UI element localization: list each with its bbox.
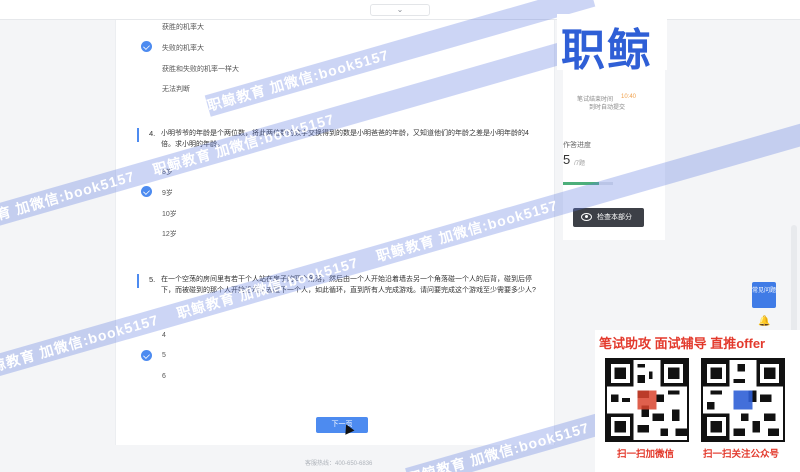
official-account-caption: 扫一扫关注公众号 xyxy=(703,449,780,460)
check-section-label: 检查本部分 xyxy=(597,214,632,221)
selected-check-icon[interactable] xyxy=(141,41,152,52)
q5-option-1[interactable]: 4 xyxy=(162,332,166,339)
hotline-text: 客服热线：400-650-6836 xyxy=(305,461,373,467)
q3-option-2[interactable]: 失败的机率大 xyxy=(162,43,204,53)
rocket-icon[interactable]: 🔔 xyxy=(758,316,770,327)
current-question-marker xyxy=(137,128,139,142)
timer-note: 到时自动提交 xyxy=(589,105,626,111)
faq-button[interactable]: 常见问题 xyxy=(752,282,776,308)
logo-text: 职鲸 xyxy=(561,25,653,76)
top-bar: ⌄ xyxy=(0,0,800,20)
wechat-qr-code xyxy=(605,358,689,442)
current-question-marker xyxy=(137,274,139,288)
progress-count: 5 xyxy=(563,152,571,167)
official-account-qr-code xyxy=(701,358,785,442)
chevron-down-icon: ⌄ xyxy=(396,5,404,14)
check-section-button[interactable]: 检查本部分 xyxy=(573,208,644,227)
q4-option-2[interactable]: 9岁 xyxy=(162,188,173,198)
wechat-caption: 扫一扫加微信 xyxy=(617,449,675,460)
promo-headline: 笔试助攻 面试辅导 直推offer xyxy=(599,336,766,351)
watermark-logo: 职鲸 xyxy=(557,14,667,76)
q5-option-2[interactable]: 5 xyxy=(162,352,166,359)
q4-option-4[interactable]: 12岁 xyxy=(162,229,177,239)
timer-value: 10:40 xyxy=(621,94,637,100)
q5-option-3[interactable]: 6 xyxy=(162,373,166,380)
q4-number: 4. xyxy=(149,129,156,138)
collapse-toggle-button[interactable]: ⌄ xyxy=(370,4,430,16)
q5-number: 5. xyxy=(149,275,156,284)
q4-option-3[interactable]: 10岁 xyxy=(162,209,177,219)
eye-icon xyxy=(581,213,592,221)
promo-banner: 笔试助攻 面试辅导 直推offer 扫一扫加微信 扫一扫关注公众号 xyxy=(595,330,800,472)
progress-label: 作答进度 xyxy=(563,142,591,149)
selected-check-icon[interactable] xyxy=(141,350,152,361)
selected-check-icon[interactable] xyxy=(141,186,152,197)
q3-option-3[interactable]: 获胜和失败的机率一样大 xyxy=(162,64,239,74)
progress-total: /7题 xyxy=(574,161,586,167)
q3-option-4[interactable]: 无法判断 xyxy=(162,84,190,94)
q3-option-1[interactable]: 获胜的机率大 xyxy=(162,22,204,32)
